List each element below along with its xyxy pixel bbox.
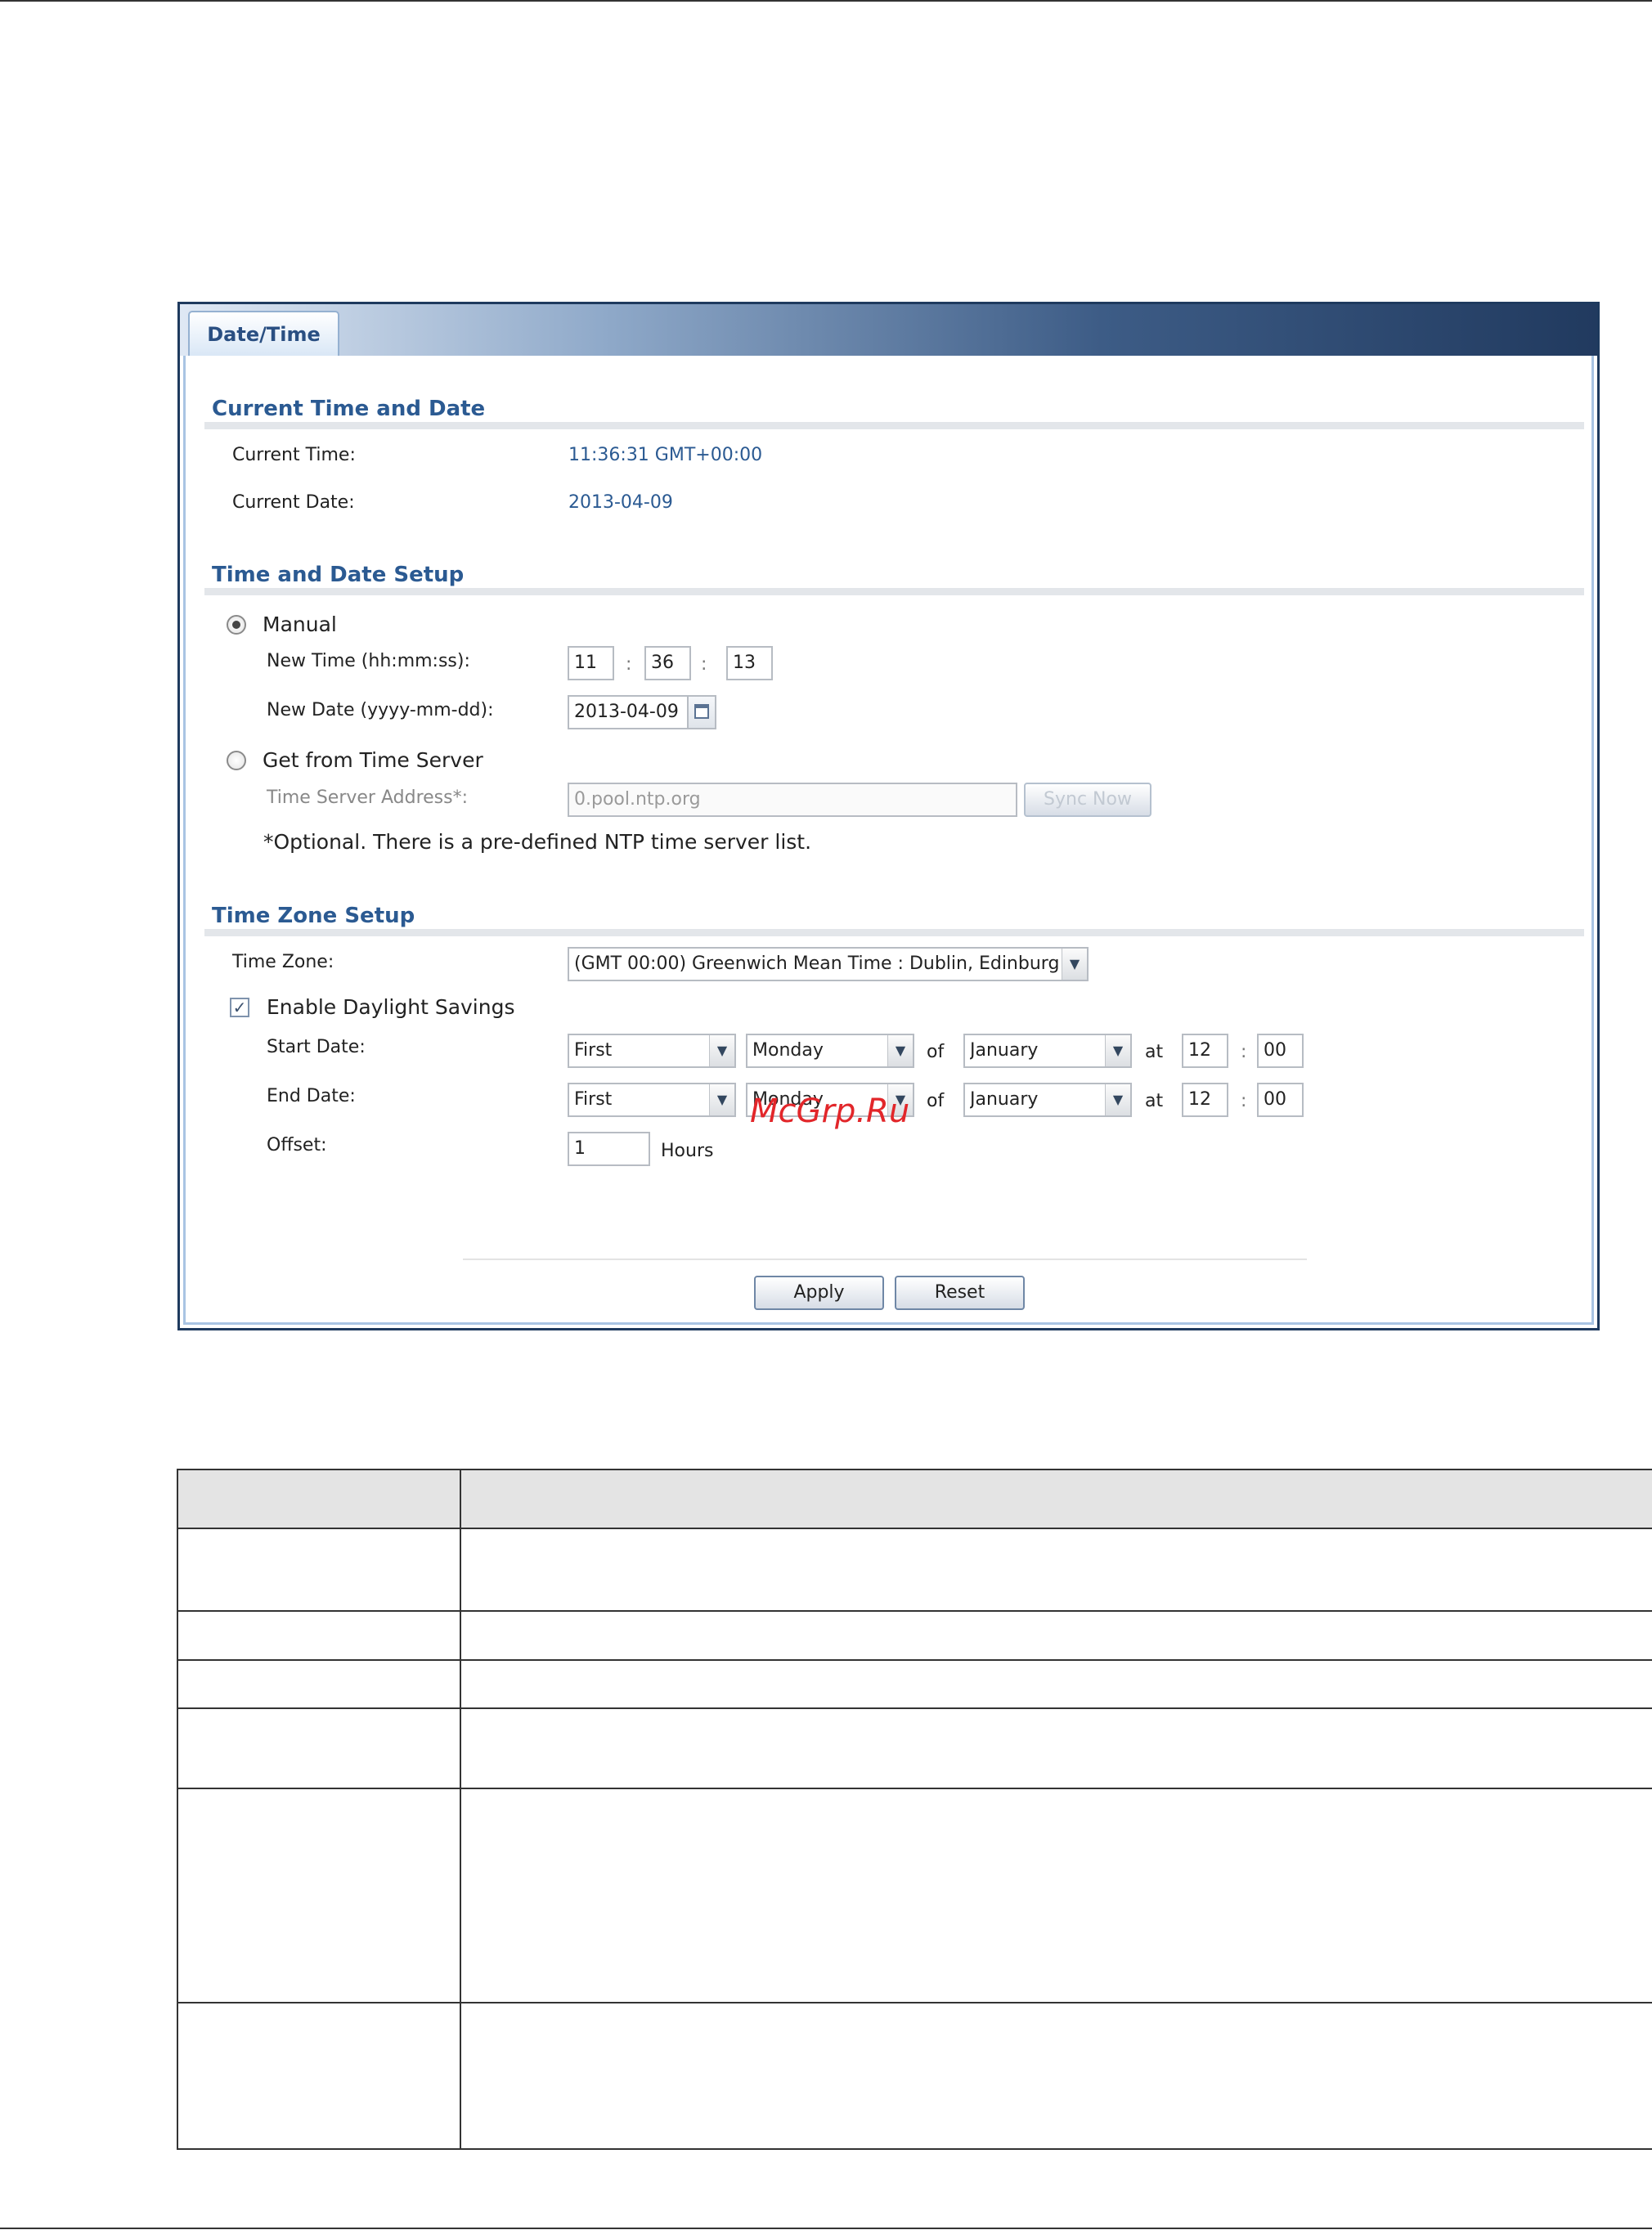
chevron-down-icon: ▼ (887, 1035, 913, 1066)
end-month-select[interactable]: January ▼ (963, 1083, 1132, 1117)
table-row (177, 1789, 1652, 2003)
section-title-current: Current Time and Date (212, 397, 486, 421)
top-rule (0, 0, 1652, 2)
new-date-input[interactable]: 2013-04-09 (568, 695, 689, 729)
table-row (177, 1709, 1652, 1789)
section-title-zone: Time Zone Setup (212, 904, 415, 928)
section-divider (204, 929, 1584, 936)
current-time-value: 11:36:31 GMT+00:00 (568, 445, 763, 465)
table-cell (177, 1612, 461, 1659)
start-month-select[interactable]: January ▼ (963, 1034, 1132, 1068)
section-divider (204, 422, 1584, 429)
time-separator: : (1241, 1091, 1247, 1111)
calendar-icon[interactable] (689, 695, 716, 729)
table-cell (177, 1789, 461, 2002)
of-text: of (927, 1091, 945, 1111)
apply-button[interactable]: Apply (754, 1276, 884, 1310)
bottom-rule (0, 2228, 1652, 2229)
end-month-value: January (970, 1089, 1039, 1110)
tab-bar: Date/Time (180, 304, 1597, 356)
table-cell (177, 1709, 461, 1788)
current-date-value: 2013-04-09 (568, 492, 673, 513)
offset-label: Offset: (267, 1135, 327, 1155)
date-time-panel: Date/Time Current Time and Date Current … (177, 302, 1600, 1330)
daylight-savings-checkbox[interactable]: ✓ (230, 998, 249, 1017)
time-separator: : (701, 654, 707, 675)
end-date-label: End Date: (267, 1086, 356, 1106)
start-date-label: Start Date: (267, 1037, 366, 1057)
time-server-address-input[interactable]: 0.pool.ntp.org (568, 783, 1017, 817)
end-week-value: First (574, 1089, 613, 1110)
of-text: of (927, 1042, 945, 1062)
at-text: at (1145, 1042, 1164, 1062)
new-date-label: New Date (yyyy-mm-dd): (267, 700, 494, 720)
chevron-down-icon: ▼ (709, 1035, 734, 1066)
section-divider (204, 588, 1584, 595)
footer-divider (463, 1259, 1307, 1260)
tab-date-time[interactable]: Date/Time (188, 311, 339, 356)
time-server-label: Get from Time Server (263, 748, 483, 772)
offset-unit: Hours (661, 1141, 714, 1161)
end-week-select[interactable]: First ▼ (568, 1083, 736, 1117)
time-zone-select[interactable]: (GMT 00:00) Greenwich Mean Time : Dublin… (568, 947, 1089, 981)
start-week-value: First (574, 1040, 613, 1061)
table-row (177, 1529, 1652, 1612)
section-title-setup: Time and Date Setup (212, 563, 465, 587)
manual-label: Manual (263, 612, 337, 636)
end-minute-input[interactable]: 00 (1257, 1083, 1304, 1117)
minute-input[interactable]: 36 (644, 646, 691, 680)
table-header-row (177, 1469, 1652, 1529)
new-time-label: New Time (hh:mm:ss): (267, 651, 470, 671)
end-hour-input[interactable]: 12 (1182, 1083, 1228, 1117)
optional-note: *Optional. There is a pre-defined NTP ti… (263, 830, 812, 854)
table-cell (177, 1529, 461, 1610)
offset-input[interactable]: 1 (568, 1132, 650, 1166)
start-day-select[interactable]: Monday ▼ (746, 1034, 914, 1068)
table-row (177, 2003, 1652, 2150)
current-time-label: Current Time: (232, 445, 356, 465)
reset-button[interactable]: Reset (895, 1276, 1025, 1310)
second-input[interactable]: 13 (726, 646, 773, 680)
daylight-savings-label: Enable Daylight Savings (267, 995, 515, 1019)
time-zone-value: (GMT 00:00) Greenwich Mean Time : Dublin… (574, 953, 1061, 974)
chevron-down-icon: ▼ (1062, 949, 1087, 980)
start-week-select[interactable]: First ▼ (568, 1034, 736, 1068)
start-hour-input[interactable]: 12 (1182, 1034, 1228, 1068)
watermark-logo: McGrp.Ru (750, 1093, 910, 1130)
time-server-address-label: Time Server Address*: (267, 787, 468, 808)
hour-input[interactable]: 11 (568, 646, 614, 680)
time-zone-label: Time Zone: (232, 952, 334, 972)
chevron-down-icon: ▼ (709, 1084, 734, 1115)
current-date-label: Current Date: (232, 492, 355, 513)
table-cell (177, 2003, 461, 2148)
start-minute-input[interactable]: 00 (1257, 1034, 1304, 1068)
time-separator: : (1241, 1042, 1247, 1062)
chevron-down-icon: ▼ (1105, 1084, 1130, 1115)
table-cell (177, 1661, 461, 1707)
start-month-value: January (970, 1040, 1039, 1061)
time-server-radio[interactable] (227, 751, 246, 770)
start-day-value: Monday (752, 1040, 824, 1061)
time-separator: : (626, 654, 632, 675)
table-row (177, 1612, 1652, 1661)
table-row (177, 1661, 1652, 1709)
at-text: at (1145, 1091, 1164, 1111)
chevron-down-icon: ▼ (1105, 1035, 1130, 1066)
table-header-cell (177, 1470, 461, 1528)
sync-now-button[interactable]: Sync Now (1024, 783, 1151, 817)
manual-radio[interactable] (227, 615, 246, 635)
